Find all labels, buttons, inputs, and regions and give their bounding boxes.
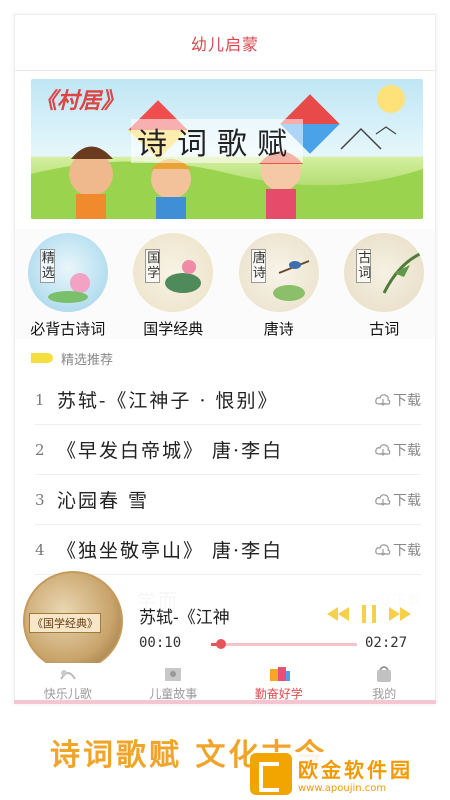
elapsed-time: 00:10 [139, 635, 182, 651]
category-label: 唐诗 [263, 320, 294, 338]
album-disc[interactable]: 《国学经典》 [23, 571, 123, 671]
title-bar: 幼儿启蒙 [15, 15, 435, 71]
tab-study[interactable]: 勤奋好学 [226, 663, 332, 703]
bird-painting-icon: 唐诗 [238, 233, 319, 312]
item-number: 1 [35, 390, 45, 409]
progress-bar[interactable] [211, 639, 357, 649]
download-button[interactable]: 下载 [361, 390, 421, 410]
tab-stories[interactable]: 儿童故事 [121, 663, 227, 703]
list-item[interactable]: 1 苏轼-《江神子 · 恨别》 下载 [35, 375, 421, 425]
cloud-download-icon [375, 493, 391, 506]
next-icon[interactable] [389, 607, 411, 621]
banner-title: 诗词歌赋 [131, 119, 303, 163]
lotus-illustration-icon: 精选 [27, 233, 108, 312]
tab-mine[interactable]: 我的 [332, 663, 436, 703]
item-number: 3 [35, 490, 45, 509]
site-watermark: 欧金软件园 www.apoujin.com [250, 752, 442, 796]
download-label: 下载 [393, 492, 421, 509]
item-number: 4 [35, 540, 45, 559]
book-icon [269, 667, 290, 681]
music-player: 《国学经典》 苏轼-《江神 00:10 02:27 [15, 571, 435, 671]
total-duration: 02:27 [365, 635, 408, 651]
pause-icon[interactable] [361, 605, 377, 623]
item-title: 苏轼-《江神子 · 恨别》 [57, 390, 279, 412]
list-item[interactable]: 4 《独坐敬亭山》 唐·李白 下载 [35, 525, 421, 575]
download-label: 下载 [393, 542, 421, 559]
download-label: 下载 [393, 442, 421, 459]
bottom-tab-bar: 快乐儿歌 儿童故事 勤奋好学 我的 [15, 663, 436, 703]
bamboo-painting-icon: 古词 [344, 233, 425, 312]
cloud-download-icon [375, 543, 391, 556]
download-button[interactable]: 下载 [361, 540, 421, 560]
banner-tag: 《村居》 [35, 88, 124, 114]
progress-knob[interactable] [216, 639, 227, 649]
now-playing-title: 苏轼-《江神 [139, 608, 230, 628]
cloud-download-icon [375, 443, 391, 456]
bag-icon [377, 666, 392, 682]
item-title: 《早发白帝城》 唐·李白 [57, 440, 284, 462]
download-button[interactable]: 下载 [361, 490, 421, 510]
app-title: 幼儿启蒙 [190, 34, 259, 54]
story-icon [165, 668, 182, 681]
download-label: 下载 [393, 392, 421, 409]
category-item[interactable]: 唐诗 唐诗 [229, 229, 329, 339]
category-label: 国学经典 [143, 320, 204, 338]
player-controls [327, 605, 411, 623]
item-title: 沁园春 雪 [57, 490, 150, 512]
cloud-download-icon [375, 393, 391, 406]
disc-label: 《国学经典》 [29, 613, 101, 633]
category-item[interactable]: 古词 古词 [334, 229, 434, 339]
category-row: 精选 必背古诗词 国学 国学经典 唐诗 唐诗 古词 古词 [15, 229, 435, 339]
list-item[interactable]: 3 沁园春 雪 下载 [35, 475, 421, 525]
divider [14, 700, 436, 704]
section-title: 精选推荐 [61, 352, 114, 368]
section-marker-icon [31, 353, 53, 363]
banner[interactable]: 《村居》 诗词歌赋 [31, 79, 423, 219]
lotus-painting-icon: 国学 [133, 233, 214, 312]
category-item[interactable]: 国学 国学经典 [123, 229, 223, 339]
list-item[interactable]: 2 《早发白帝城》 唐·李白 下载 [35, 425, 421, 475]
previous-icon[interactable] [327, 607, 349, 621]
category-label: 必背古诗词 [30, 320, 106, 338]
download-button[interactable]: 下载 [361, 440, 421, 460]
app-screen: 幼儿启蒙 《村居》 诗词歌赋 精选 必背古诗词 国学 国学经典 唐诗 唐诗 古词… [14, 14, 436, 704]
tab-songs[interactable]: 快乐儿歌 [15, 663, 121, 703]
watermark-name: 欧金软件园 [298, 758, 413, 782]
item-title: 《独坐敬亭山》 唐·李白 [57, 540, 284, 562]
section-header: 精选推荐 [31, 345, 113, 371]
category-item[interactable]: 精选 必背古诗词 [18, 229, 118, 339]
music-icon [59, 670, 76, 680]
site-logo-icon [250, 753, 292, 795]
category-label: 古词 [369, 320, 400, 338]
watermark-url: www.apoujin.com [298, 783, 387, 794]
item-number: 2 [35, 440, 45, 459]
